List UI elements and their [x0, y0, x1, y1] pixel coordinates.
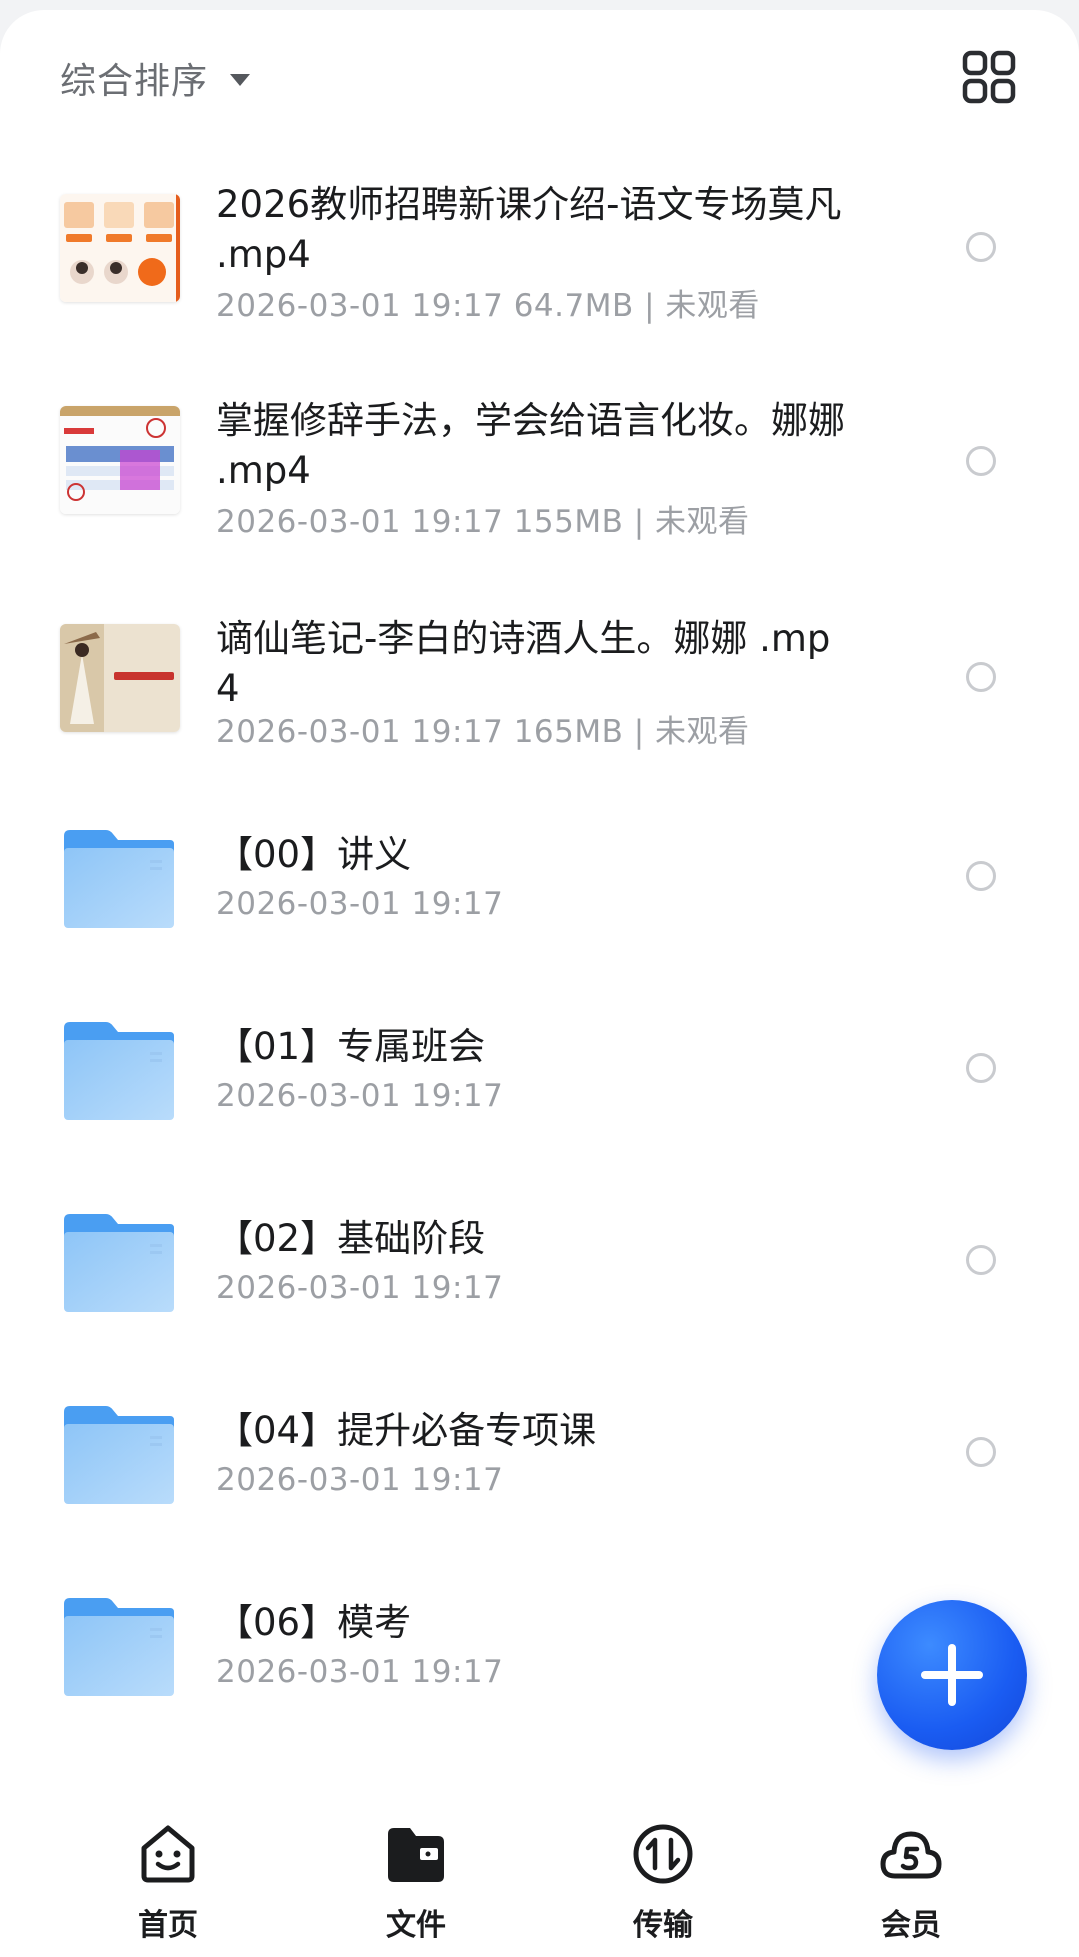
folder-title: 【00】讲义 [216, 833, 412, 876]
folder-meta: 2026-03-01 19:17 [216, 1462, 504, 1498]
grid-view-icon[interactable] [962, 50, 1016, 104]
select-checkbox[interactable] [966, 662, 996, 692]
video-thumbnail [60, 194, 180, 302]
select-checkbox[interactable] [966, 1053, 996, 1083]
folder-meta: 2026-03-01 19:17 [216, 1078, 504, 1114]
cloud-member-icon [880, 1831, 942, 1879]
transfer-arrows-icon [633, 1824, 693, 1884]
add-button[interactable] [877, 1600, 1027, 1750]
smiley-home-icon [141, 1825, 195, 1883]
select-checkbox[interactable] [966, 232, 996, 262]
file-title: 掌握修辞手法，学会给语言化妆。娜娜 .mp4 [216, 399, 845, 492]
bottom-tab-bar: 首页 文件 传输 会员 [0, 1800, 1079, 1957]
select-checkbox[interactable] [966, 446, 996, 476]
file-meta: 2026-03-01 19:17 165MB | 未观看 [216, 714, 750, 750]
folder-title: 【04】提升必备专项课 [216, 1409, 597, 1452]
folder-icon [64, 1598, 174, 1696]
file-meta: 2026-03-01 19:17 155MB | 未观看 [216, 504, 750, 540]
folder-filled-icon [388, 1828, 444, 1882]
tab-transfer[interactable]: 传输 [603, 1822, 723, 1943]
sort-label: 综合排序 [60, 61, 209, 102]
file-title: 谪仙笔记-李白的诗酒人生。娜娜 .mp4 [216, 617, 831, 710]
select-checkbox[interactable] [966, 1245, 996, 1275]
folder-icon [64, 830, 174, 928]
folder-meta: 2026-03-01 19:17 [216, 886, 504, 922]
folder-meta: 2026-03-01 19:17 [216, 1270, 504, 1306]
tab-label: 文件 [386, 1908, 446, 1943]
select-checkbox[interactable] [966, 1437, 996, 1467]
video-thumbnail [60, 624, 180, 732]
tab-home[interactable]: 首页 [108, 1822, 228, 1943]
tab-label: 传输 [633, 1908, 693, 1943]
folder-title: 【06】模考 [216, 1601, 412, 1644]
tab-member[interactable]: 会员 [851, 1822, 971, 1943]
folder-title: 【02】基础阶段 [216, 1217, 486, 1260]
video-thumbnail [60, 406, 180, 514]
caret-down-icon [230, 74, 251, 86]
tab-label: 会员 [881, 1908, 941, 1943]
file-meta: 2026-03-01 19:17 64.7MB | 未观看 [216, 288, 760, 324]
sort-dropdown[interactable]: 综合排序 [60, 50, 251, 106]
folder-icon [64, 1214, 174, 1312]
file-title: 2026教师招聘新课介绍-语文专场莫凡 .mp4 [216, 183, 842, 276]
folder-icon [64, 1406, 174, 1504]
select-checkbox[interactable] [966, 861, 996, 891]
tab-label: 首页 [138, 1908, 198, 1943]
folder-icon [64, 1022, 174, 1120]
folder-title: 【01】专属班会 [216, 1025, 486, 1068]
tab-files[interactable]: 文件 [356, 1822, 476, 1943]
folder-meta: 2026-03-01 19:17 [216, 1654, 504, 1690]
